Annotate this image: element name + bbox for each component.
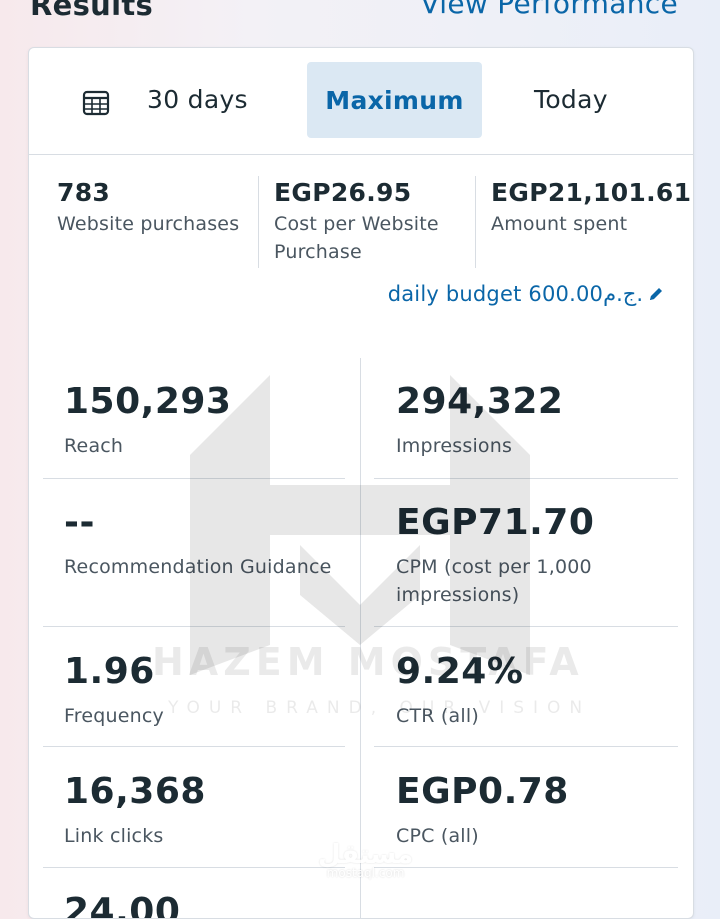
metric-cpc: EGP0.78 CPC (all) [396, 772, 676, 850]
metric-label: CTR (all) [396, 705, 479, 727]
row-divider [43, 626, 345, 627]
metric-value: -- [64, 502, 95, 543]
calendar-icon[interactable] [81, 88, 111, 118]
metric-cpm: EGP71.70 CPM (cost per 1,000 impressions… [396, 503, 676, 609]
metric-label: Impressions [396, 435, 513, 457]
results-header: Results View Performance [0, 0, 720, 40]
metric-value: 150,293 [64, 381, 232, 422]
results-title: Results [30, 0, 154, 22]
metric-label: Reach [64, 435, 124, 457]
metrics-column-divider [360, 358, 361, 918]
summary-label: Cost per Website Purchase [274, 213, 439, 263]
tab-30-days[interactable]: 30 days [147, 85, 248, 114]
row-divider [374, 478, 678, 479]
row-divider [374, 867, 678, 868]
daily-budget-link[interactable]: daily budget 600.00ج.م. [388, 282, 665, 306]
metric-label: CPC (all) [396, 825, 479, 847]
pencil-icon [650, 288, 662, 300]
metric-recommendation-guidance: -- Recommendation Guidance [64, 503, 344, 581]
metric-value: 9.24% [396, 651, 524, 692]
metric-impressions: 294,322 Impressions [396, 382, 676, 460]
row-divider [43, 867, 345, 868]
row-divider [43, 478, 345, 479]
metric-value: EGP0.78 [396, 771, 569, 812]
metric-value: 24.00 [64, 891, 181, 919]
metric-label: Link clicks [64, 825, 164, 847]
metric-reach: 150,293 Reach [64, 382, 344, 460]
tab-today[interactable]: Today [534, 85, 608, 114]
summary-amount-spent: EGP21,101.61 Amount spent [491, 176, 691, 238]
summary-divider [258, 176, 259, 268]
summary-divider [475, 176, 476, 268]
summary-value: EGP21,101.61 [491, 178, 692, 207]
metric-ctr: 9.24% CTR (all) [396, 652, 676, 730]
summary-label: Website purchases [57, 213, 240, 235]
metric-link-clicks: 16,368 Link clicks [64, 772, 344, 850]
tab-maximum[interactable]: Maximum [307, 62, 482, 138]
summary-value: 783 [57, 178, 111, 207]
metric-value: 16,368 [64, 771, 206, 812]
metrics-grid: 150,293 Reach 294,322 Impressions -- Rec… [29, 358, 693, 918]
metric-label: Frequency [64, 705, 164, 727]
summary-website-purchases: 783 Website purchases [57, 176, 257, 238]
summary-cost-per-purchase: EGP26.95 Cost per Website Purchase [274, 176, 464, 266]
metric-value: 294,322 [396, 381, 564, 422]
summary-label: Amount spent [491, 213, 628, 235]
results-card: 30 days Maximum Today 783 Website purcha… [28, 47, 694, 919]
summary-row: 783 Website purchases EGP26.95 Cost per … [29, 154, 693, 279]
row-divider [374, 746, 678, 747]
date-range-tabs: 30 days Maximum Today [29, 48, 693, 155]
summary-value: EGP26.95 [274, 178, 412, 207]
daily-budget-text: daily budget 600.00ج.م. [387, 282, 643, 306]
metric-value: 1.96 [64, 651, 155, 692]
metric-frequency: 1.96 Frequency [64, 652, 344, 730]
row-divider [43, 746, 345, 747]
metric-label: CPM (cost per 1,000 impressions) [396, 556, 592, 606]
metric-value: EGP71.70 [396, 502, 595, 543]
metric-label: Recommendation Guidance [64, 556, 332, 578]
view-performance-link[interactable]: View Performance [420, 0, 678, 20]
metric-partial: 24.00 [64, 892, 344, 919]
row-divider [374, 626, 678, 627]
